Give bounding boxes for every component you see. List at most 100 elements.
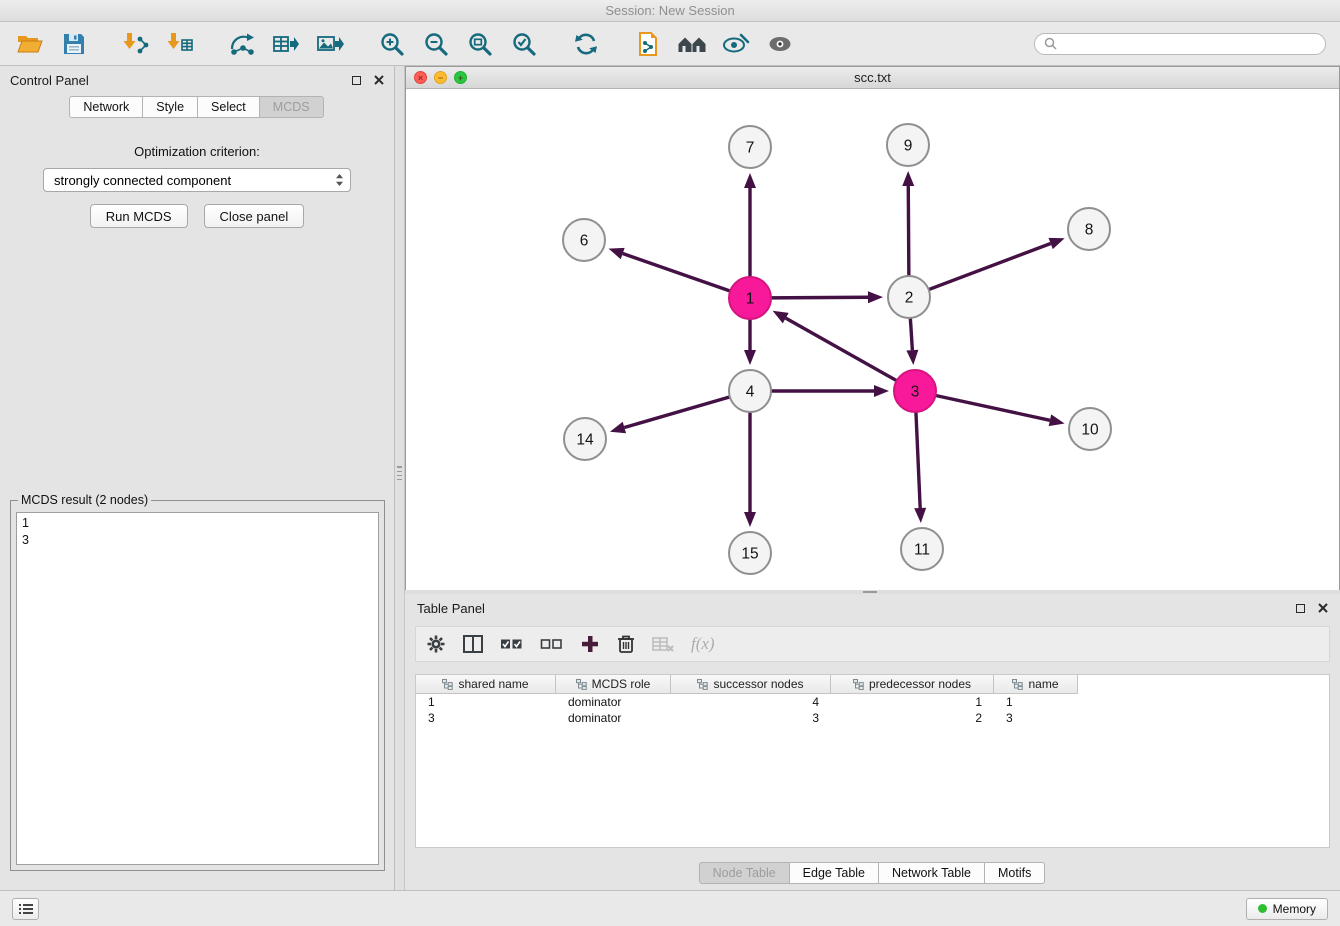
tab-edge-table[interactable]: Edge Table [789,862,879,884]
import-table-from-file-icon[interactable] [164,28,196,60]
zoom-fit-icon[interactable] [464,28,496,60]
table-cell-shared-name: 1 [416,694,556,710]
import-network-from-file-icon[interactable] [120,28,152,60]
node-11[interactable]: 11 [901,528,943,570]
network-graph[interactable]: 7 9 6 8 1 2 4 3 14 10 15 11 [406,89,1339,590]
home-views-icon[interactable] [676,28,708,60]
close-window-icon[interactable]: × [414,71,427,84]
table-cell-successor-nodes: 4 [671,694,831,710]
save-session-icon[interactable] [58,28,90,60]
select-all-icon[interactable] [500,631,523,657]
tab-mcds[interactable]: MCDS [259,96,324,118]
table-settings-icon[interactable] [426,631,446,657]
minimize-window-icon[interactable]: − [434,71,447,84]
apply-function-icon[interactable]: f(x) [691,631,715,657]
table-panel-tabs: Node TableEdge TableNetwork TableMotifs [405,862,1340,884]
float-table-panel-icon[interactable] [1296,604,1305,613]
table-row[interactable]: 3dominator323 [416,710,1329,726]
edge-arrow-icon [1049,414,1065,426]
tab-node-table[interactable]: Node Table [699,862,790,884]
column-header-MCDS-role[interactable]: MCDS role [556,675,671,694]
deselect-all-icon[interactable] [540,631,563,657]
close-table-panel-icon[interactable] [1318,603,1328,613]
column-header-successor-nodes[interactable]: successor nodes [671,675,831,694]
edge-3-10[interactable] [935,395,1050,420]
export-image-icon[interactable] [314,28,346,60]
vertical-splitter[interactable] [395,66,405,890]
edge-1-6[interactable] [623,254,731,292]
criterion-value: strongly connected component [54,173,231,188]
add-row-icon[interactable] [580,631,600,657]
node-4[interactable]: 4 [729,370,771,412]
mcds-result-text[interactable]: 1 3 [16,512,379,865]
dropdown-arrows-icon [335,173,344,187]
zoom-selected-icon[interactable] [508,28,540,60]
maximize-window-icon[interactable]: + [454,71,467,84]
panel-list-button[interactable] [12,898,39,920]
copy-document-icon[interactable] [632,28,664,60]
float-panel-icon[interactable] [352,76,361,85]
node-table-header: shared nameMCDS rolesuccessor nodesprede… [416,675,1329,694]
svg-text:8: 8 [1085,222,1094,239]
criterion-dropdown[interactable]: strongly connected component [43,168,351,192]
node-1[interactable]: 1 [729,277,771,319]
tab-motifs[interactable]: Motifs [984,862,1045,884]
split-panel-icon[interactable] [463,631,483,657]
table-panel-header: Table Panel [405,594,1340,622]
node-8[interactable]: 8 [1068,208,1110,250]
memory-status-icon [1258,904,1267,913]
column-header-shared-name[interactable]: shared name [416,675,556,694]
svg-text:14: 14 [576,432,594,449]
column-tree-icon [853,679,864,690]
edge-1-2[interactable] [770,297,868,298]
column-tree-icon [697,679,708,690]
close-panel-button[interactable]: Close panel [204,204,305,228]
edge-3-1[interactable] [786,318,898,381]
style-preview-icon[interactable] [720,28,752,60]
edge-3-11[interactable] [916,411,920,508]
zoom-out-icon[interactable] [420,28,452,60]
zoom-in-icon[interactable] [376,28,408,60]
node-14[interactable]: 14 [564,418,606,460]
table-cell-successor-nodes: 3 [671,710,831,726]
delete-row-icon[interactable] [617,631,635,657]
node-3[interactable]: 3 [894,370,936,412]
edge-2-3[interactable] [910,317,912,350]
network-window-titlebar[interactable]: × − + scc.txt [406,67,1339,89]
tab-style[interactable]: Style [142,96,198,118]
apply-layout-icon[interactable] [570,28,602,60]
close-panel-icon[interactable] [374,75,384,85]
node-6[interactable]: 6 [563,219,605,261]
column-header-predecessor-nodes[interactable]: predecessor nodes [831,675,994,694]
node-2[interactable]: 2 [888,276,930,318]
search-input[interactable] [1062,37,1316,51]
node-15[interactable]: 15 [729,532,771,574]
node-9[interactable]: 9 [887,124,929,166]
node-10[interactable]: 10 [1069,408,1111,450]
node-7[interactable]: 7 [729,126,771,168]
delete-table-icon[interactable] [652,631,674,657]
tab-network[interactable]: Network [69,96,143,118]
export-table-icon[interactable] [270,28,302,60]
svg-text:11: 11 [914,542,930,559]
new-network-icon[interactable] [226,28,258,60]
window-titlebar: Session: New Session [0,0,1340,22]
main-toolbar [0,22,1340,66]
run-mcds-button[interactable]: Run MCDS [90,204,188,228]
search-box[interactable] [1034,33,1326,55]
tab-network-table[interactable]: Network Table [878,862,985,884]
edge-4-14[interactable] [624,397,730,428]
edge-2-8[interactable] [928,243,1051,289]
tab-select[interactable]: Select [197,96,260,118]
memory-button[interactable]: Memory [1246,898,1328,920]
table-row[interactable]: 1dominator411 [416,694,1329,710]
network-view-window: × − + scc.txt 7 9 6 8 1 2 4 3 14 10 15 11 [405,66,1340,590]
edge-2-9[interactable] [908,186,909,277]
show-graphics-details-icon[interactable] [764,28,796,60]
open-file-icon[interactable] [14,28,46,60]
toolbar-group-layout [570,28,602,60]
toolbar-group-file [14,28,90,60]
column-header-name[interactable]: name [994,675,1078,694]
svg-text:4: 4 [746,384,755,401]
mcds-result-title: MCDS result (2 nodes) [18,493,151,507]
